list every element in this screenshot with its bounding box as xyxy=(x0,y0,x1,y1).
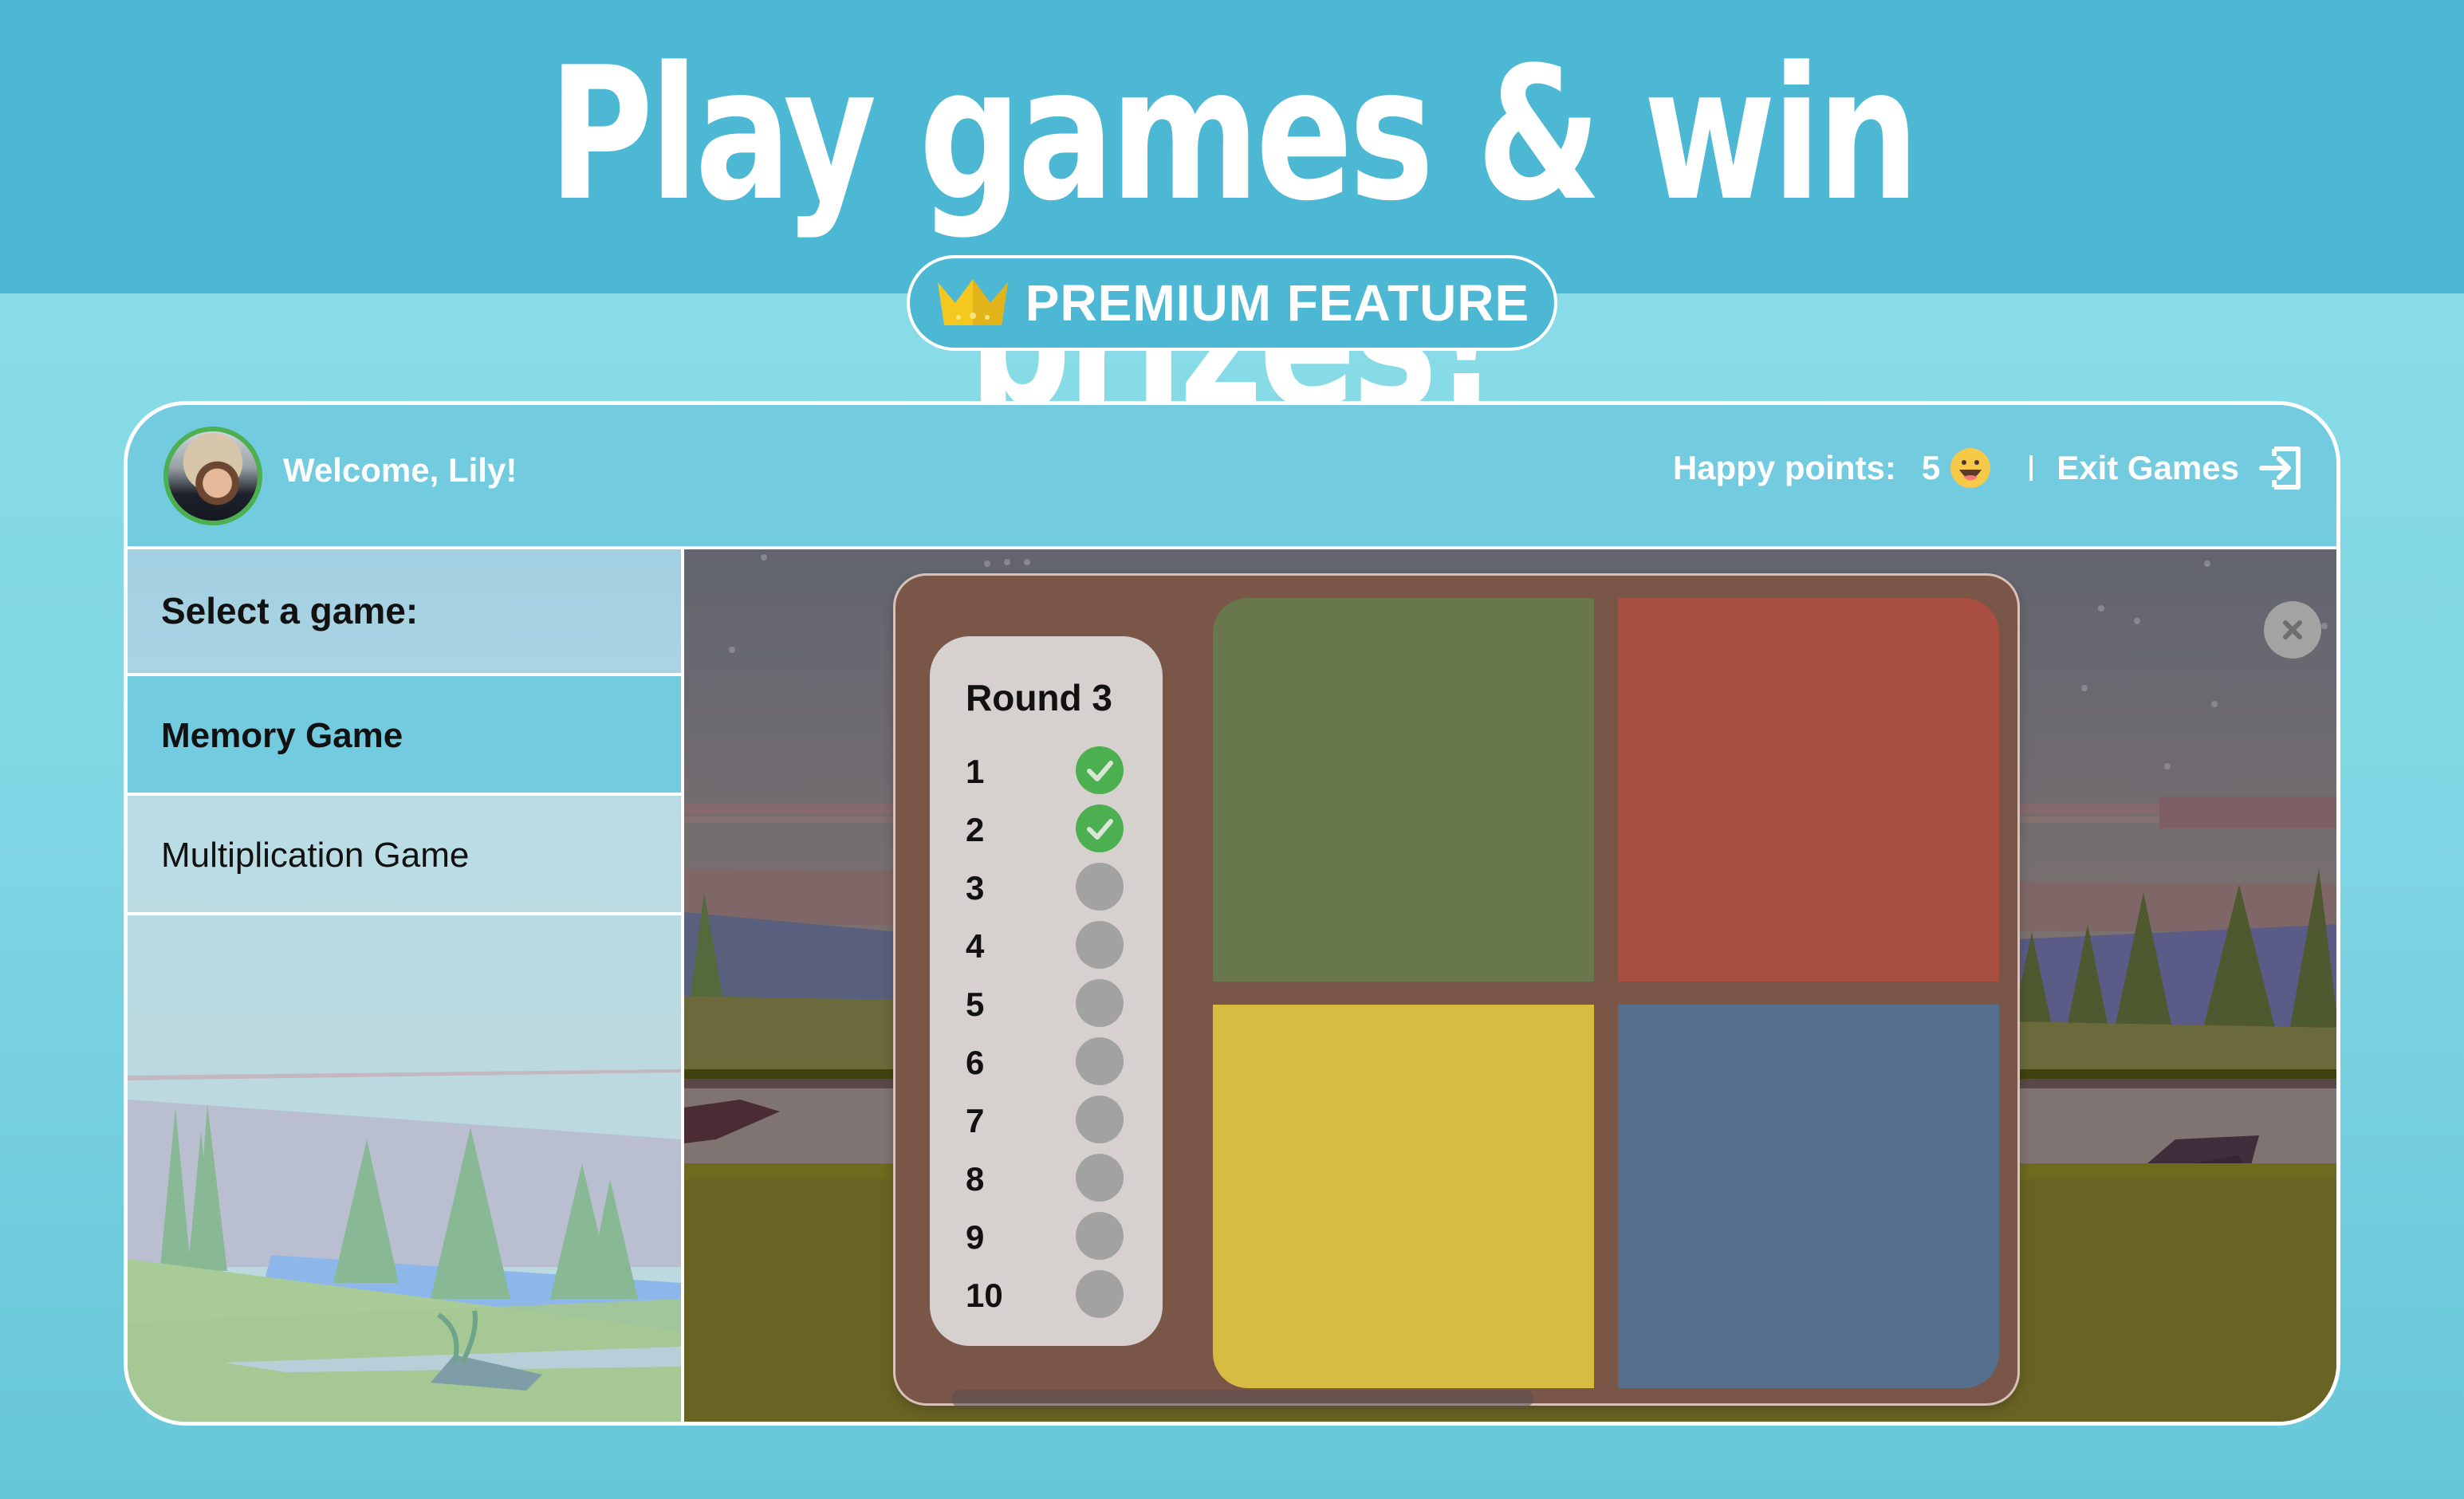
color-tile-green[interactable] xyxy=(1213,598,1594,982)
crown-icon xyxy=(937,279,1008,325)
round-row: 5 xyxy=(966,979,1133,1029)
landscape-illustration xyxy=(128,1012,681,1422)
close-button[interactable] xyxy=(2264,601,2321,659)
sidebar-item-multiplication-game[interactable]: Multiplication Game xyxy=(128,796,681,915)
games-header: Welcome, Lily! Happy points: 5 Exit Game… xyxy=(128,405,2336,549)
pending-circle-icon xyxy=(1076,1037,1124,1085)
games-window: Welcome, Lily! Happy points: 5 Exit Game… xyxy=(124,401,2340,1426)
round-row: 4 xyxy=(966,921,1133,970)
round-progress-panel: Round 3 1 2 3 4 5 6 7 8 9 10 xyxy=(930,636,1163,1346)
pending-circle-icon xyxy=(1076,1212,1124,1260)
round-row: 7 xyxy=(966,1096,1133,1145)
memory-game-board: Round 3 1 2 3 4 5 6 7 8 9 10 xyxy=(893,573,2020,1407)
round-title: Round 3 xyxy=(966,677,1112,718)
game-sidebar: Select a game: Memory Game Multiplicatio… xyxy=(128,549,684,1422)
round-row: 1 xyxy=(966,746,1133,796)
color-tile-yellow[interactable] xyxy=(1213,1005,1594,1388)
board-scrollbar[interactable] xyxy=(951,1390,1533,1407)
round-number: 1 xyxy=(966,753,985,790)
round-number: 5 xyxy=(966,986,985,1023)
color-tile-red[interactable] xyxy=(1618,598,1999,982)
round-number: 10 xyxy=(966,1277,1003,1314)
happy-points-value: 5 xyxy=(1921,449,1941,486)
round-row: 9 xyxy=(966,1212,1133,1261)
sidebar-item-memory-game[interactable]: Memory Game xyxy=(128,676,681,796)
smiley-icon xyxy=(1950,448,1991,488)
pending-circle-icon xyxy=(1076,921,1124,969)
pending-circle-icon xyxy=(1076,1154,1124,1202)
premium-feature-label: PREMIUM FEATURE xyxy=(1025,274,1530,332)
round-number: 9 xyxy=(966,1218,985,1256)
happy-points-label: Happy points: xyxy=(1672,449,1896,486)
round-row: 6 xyxy=(966,1037,1133,1087)
check-circle-icon xyxy=(1076,805,1124,852)
exit-games-link[interactable]: Exit Games xyxy=(2057,449,2239,487)
pending-circle-icon xyxy=(1076,979,1124,1027)
round-row: 8 xyxy=(966,1154,1133,1203)
round-row: 2 xyxy=(966,805,1133,854)
pending-circle-icon xyxy=(1076,1270,1124,1318)
exit-icon[interactable] xyxy=(2257,445,2303,491)
premium-feature-badge: PREMIUM FEATURE xyxy=(907,255,1557,351)
round-number: 7 xyxy=(966,1102,985,1139)
round-row: 3 xyxy=(966,863,1133,912)
sidebar-heading-label: Select a game: xyxy=(161,590,419,631)
avatar xyxy=(163,427,262,525)
sidebar-item-label: Multiplication Game xyxy=(161,836,470,875)
pending-circle-icon xyxy=(1076,1096,1124,1143)
round-number: 6 xyxy=(966,1044,985,1081)
sidebar-heading: Select a game: xyxy=(128,549,681,676)
close-icon xyxy=(2283,620,2302,639)
welcome-text: Welcome, Lily! xyxy=(283,451,518,489)
round-number: 2 xyxy=(966,811,985,848)
round-row: 10 xyxy=(966,1270,1133,1320)
color-tile-blue[interactable] xyxy=(1618,1005,1999,1388)
header-actions: Happy points: 5 Exit Games xyxy=(1673,445,2303,491)
header-divider xyxy=(2029,455,2033,481)
sidebar-item-label: Memory Game xyxy=(161,716,403,755)
round-number: 8 xyxy=(966,1160,985,1198)
hero-title: Play games & win prizes! xyxy=(548,29,1919,447)
round-number: 4 xyxy=(966,927,985,965)
round-number: 3 xyxy=(966,869,985,907)
pending-circle-icon xyxy=(1076,863,1124,911)
game-area: Round 3 1 2 3 4 5 6 7 8 9 10 xyxy=(684,549,2336,1422)
check-circle-icon xyxy=(1076,746,1124,794)
